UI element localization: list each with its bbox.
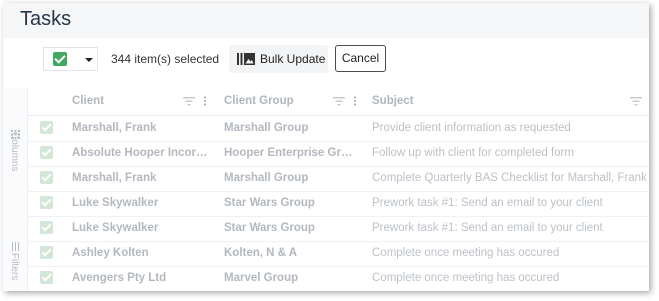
client-cell: Marshall, Frank bbox=[72, 172, 157, 184]
subject-cell: Complete once meeting has occured bbox=[372, 272, 560, 284]
table-row[interactable]: Luke Skywalker Star Wars Group Prework t… bbox=[28, 216, 649, 242]
chevron-down-icon[interactable] bbox=[85, 58, 93, 62]
subject-cell: Prework task #1: Send an email to your c… bbox=[372, 222, 603, 234]
cancel-button[interactable]: Cancel bbox=[335, 45, 386, 72]
kebab-menu-icon[interactable] bbox=[352, 96, 358, 106]
client-cell: Marshall, Frank bbox=[72, 122, 157, 134]
client-cell: Luke Skywalker bbox=[72, 222, 159, 234]
selected-count: 344 item(s) selected bbox=[111, 52, 220, 66]
page-header: Tasks bbox=[3, 3, 649, 38]
row-checkbox[interactable] bbox=[40, 171, 53, 184]
bulk-toolbar: 344 item(s) selected Bulk Update Cancel bbox=[3, 38, 649, 88]
table-row[interactable]: Absolute Hooper Incorpor... Hooper Enter… bbox=[28, 141, 649, 167]
bulk-update-label: Bulk Update bbox=[260, 52, 326, 66]
client-group-cell: Kolten, N & A bbox=[224, 247, 298, 259]
row-checkbox[interactable] bbox=[40, 246, 53, 259]
column-header-client-group[interactable]: Client Group bbox=[224, 95, 294, 107]
side-panel: Columns Filters bbox=[3, 88, 28, 291]
row-checkbox[interactable] bbox=[40, 271, 53, 284]
filter-menu-icon[interactable] bbox=[183, 96, 195, 106]
client-cell: Avengers Pty Ltd bbox=[72, 272, 167, 284]
table-row[interactable]: Avengers Pty Ltd Marvel Group Complete o… bbox=[28, 266, 649, 291]
table-row[interactable]: Marshall, Frank Marshall Group Provide c… bbox=[28, 116, 649, 142]
table-row[interactable]: Marshall, Frank Marshall Group Complete … bbox=[28, 166, 649, 192]
select-all-dropdown[interactable] bbox=[43, 47, 98, 71]
page-title: Tasks bbox=[20, 8, 72, 30]
client-group-cell: Star Wars Group bbox=[224, 197, 315, 209]
tasks-window: Tasks 344 item(s) selected Bulk Update C… bbox=[3, 3, 649, 291]
filters-tab[interactable]: Filters bbox=[9, 253, 20, 280]
client-group-cell: Marvel Group bbox=[224, 272, 299, 284]
column-header-client[interactable]: Client bbox=[72, 95, 104, 107]
subject-cell: Prework task #1: Send an email to your c… bbox=[372, 197, 603, 209]
client-group-cell: Hooper Enterprise Group bbox=[224, 147, 359, 159]
row-checkbox[interactable] bbox=[40, 146, 53, 159]
filter-menu-icon[interactable] bbox=[333, 96, 345, 106]
subject-cell: Provide client information as requested bbox=[372, 122, 571, 134]
subject-cell: Follow up with client for completed form bbox=[372, 147, 574, 159]
bulk-update-icon bbox=[237, 53, 255, 65]
client-group-cell: Marshall Group bbox=[224, 172, 309, 184]
table-row[interactable]: Ashley Kolten Kolten, N & A Complete onc… bbox=[28, 241, 649, 267]
subject-cell: Complete once meeting has occured bbox=[372, 247, 560, 259]
grid-header: Client Client Group Subject bbox=[28, 88, 649, 116]
row-checkbox[interactable] bbox=[40, 221, 53, 234]
client-cell: Ashley Kolten bbox=[72, 247, 149, 259]
client-group-cell: Marshall Group bbox=[224, 122, 309, 134]
bulk-update-button[interactable]: Bulk Update bbox=[229, 45, 328, 73]
kebab-menu-icon[interactable] bbox=[202, 96, 208, 106]
subject-cell: Complete Quarterly BAS Checklist for Mar… bbox=[372, 172, 647, 184]
filter-icon[interactable] bbox=[11, 242, 20, 251]
row-checkbox[interactable] bbox=[40, 196, 53, 209]
filter-menu-icon[interactable] bbox=[630, 96, 642, 106]
column-header-subject[interactable]: Subject bbox=[372, 95, 414, 107]
table-row[interactable]: Luke Skywalker Star Wars Group Prework t… bbox=[28, 191, 649, 217]
select-all-checkbox[interactable] bbox=[53, 52, 67, 66]
columns-tab[interactable]: Columns bbox=[9, 132, 20, 171]
client-group-cell: Star Wars Group bbox=[224, 222, 315, 234]
client-cell: Absolute Hooper Incorpor... bbox=[72, 147, 212, 159]
row-checkbox[interactable] bbox=[40, 121, 53, 134]
client-cell: Luke Skywalker bbox=[72, 197, 159, 209]
